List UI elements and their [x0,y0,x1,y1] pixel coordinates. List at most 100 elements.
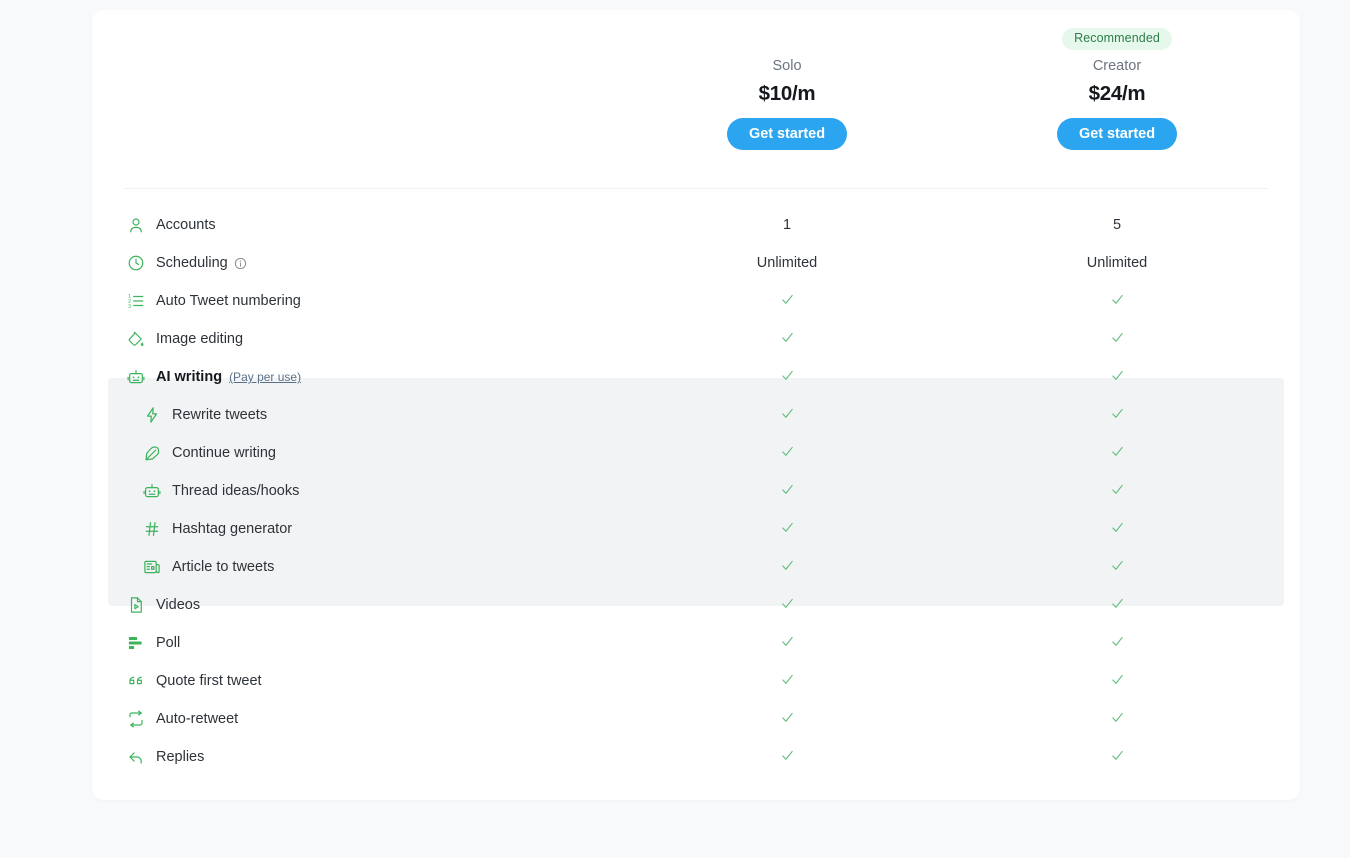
feature-value-solo [667,558,907,577]
feature-value-creator [997,672,1237,691]
plan-badge-slot-creator: Recommended [997,28,1237,54]
feature-label-cell: 1 2 3 Auto Tweet numbering [92,291,667,311]
feature-value-solo [667,368,907,387]
check-icon [1110,634,1125,649]
video-file-icon [126,595,146,615]
check-icon [780,444,795,459]
feature-value-creator [997,634,1237,653]
feature-value-solo [667,748,907,767]
user-icon [126,215,146,235]
feature-value-solo: Unlimited [756,254,818,271]
check-icon [1110,368,1125,383]
feature-row: Poll [92,624,1300,662]
feature-value-solo [667,520,907,539]
feature-value-creator [997,330,1237,349]
feature-name: Auto-retweet [156,710,239,727]
feature-name: Rewrite tweets [172,406,268,423]
feature-label-cell: Thread ideas/hooks [92,481,667,501]
check-icon [780,710,795,725]
plan-price-creator: $24/m [1088,81,1146,105]
feature-row: Image editing [92,320,1300,358]
feature-value-creator [997,406,1237,425]
recommended-badge: Recommended [1062,28,1172,50]
robot-icon [126,367,146,387]
feature-name: Continue writing [172,444,276,461]
feature-label-cell: Poll [92,633,667,653]
feature-value-creator [997,596,1237,615]
retweet-icon [126,709,146,729]
check-icon [1110,558,1125,573]
plan-column-solo: Solo $10/m Get started [667,28,907,150]
plan-column-creator: Recommended Creator $24/m Get started [997,28,1237,150]
poll-icon [126,633,146,653]
check-icon [780,520,795,535]
check-icon [1110,520,1125,535]
get-started-button-creator[interactable]: Get started [1057,118,1177,150]
feature-row: Hashtag generator [92,510,1300,548]
feature-value-solo [667,710,907,729]
feature-label-cell: Auto-retweet [92,709,667,729]
feature-label-cell: Replies [92,747,667,767]
bolt-icon [142,405,162,425]
feature-row: Replies [92,738,1300,776]
check-icon [1110,444,1125,459]
check-icon [780,368,795,383]
feature-row: 1 2 3 Auto Tweet numbering [92,282,1300,320]
check-icon [780,672,795,687]
feature-row: Continue writing [92,434,1300,472]
article-icon [142,557,162,577]
check-icon [1110,330,1125,345]
feature-name: Article to tweets [172,558,275,575]
feature-row: Thread ideas/hooks [92,472,1300,510]
svg-text:3: 3 [128,304,131,310]
plan-badge-slot-solo [667,28,907,54]
feature-value-creator: Unlimited [1086,254,1148,271]
header-divider [124,188,1268,189]
feature-value-creator [997,368,1237,387]
feature-value-solo: 1 [782,216,792,233]
feature-value-solo [667,634,907,653]
feature-row: Article to tweets [92,548,1300,586]
check-icon [1110,710,1125,725]
pay-per-use-link[interactable]: (Pay per use) [229,370,301,384]
feature-value-solo [667,596,907,615]
feature-value-creator [997,710,1237,729]
ordered-list-icon: 123 [126,291,146,311]
plan-name-solo: Solo [772,58,802,74]
pricing-comparison-page: Solo $10/m Get started Recommended Creat… [0,0,1350,858]
check-icon [780,634,795,649]
feature-row: Scheduling Unlimited Unlimited [92,244,1300,282]
feature-name: Accounts [156,216,216,233]
feature-row: Accounts 1 5 [92,206,1300,244]
check-icon [1110,596,1125,611]
feature-label-cell: Accounts [92,215,667,235]
clock-icon [126,253,146,273]
feature-value-solo [667,292,907,311]
feature-name: Scheduling [156,254,228,271]
info-icon[interactable] [234,257,247,270]
check-icon [780,558,795,573]
check-icon [1110,292,1125,307]
feature-label-cell: Rewrite tweets [92,405,667,425]
feature-name: AI writing [156,368,223,385]
hashtag-icon [142,519,162,539]
get-started-button-solo[interactable]: Get started [727,118,847,150]
pricing-card: Solo $10/m Get started Recommended Creat… [92,10,1300,800]
feature-label-cell: Scheduling [92,253,667,273]
check-icon [1110,482,1125,497]
feature-label-cell: AI writing (Pay per use) [92,367,667,387]
check-icon [1110,748,1125,763]
robot-icon [142,481,162,501]
feature-label-cell: Article to tweets [92,557,667,577]
feature-label-cell: Hashtag generator [92,519,667,539]
feature-name: Auto Tweet numbering [156,292,301,309]
check-icon [1110,672,1125,687]
reply-icon [126,747,146,767]
feature-name: Image editing [156,330,244,347]
paint-bucket-icon [126,329,146,349]
check-icon [780,748,795,763]
feature-value-creator [997,444,1237,463]
feature-value-creator [997,558,1237,577]
feature-name: Poll [156,634,181,651]
feature-label-cell: Quote first tweet [92,671,667,691]
